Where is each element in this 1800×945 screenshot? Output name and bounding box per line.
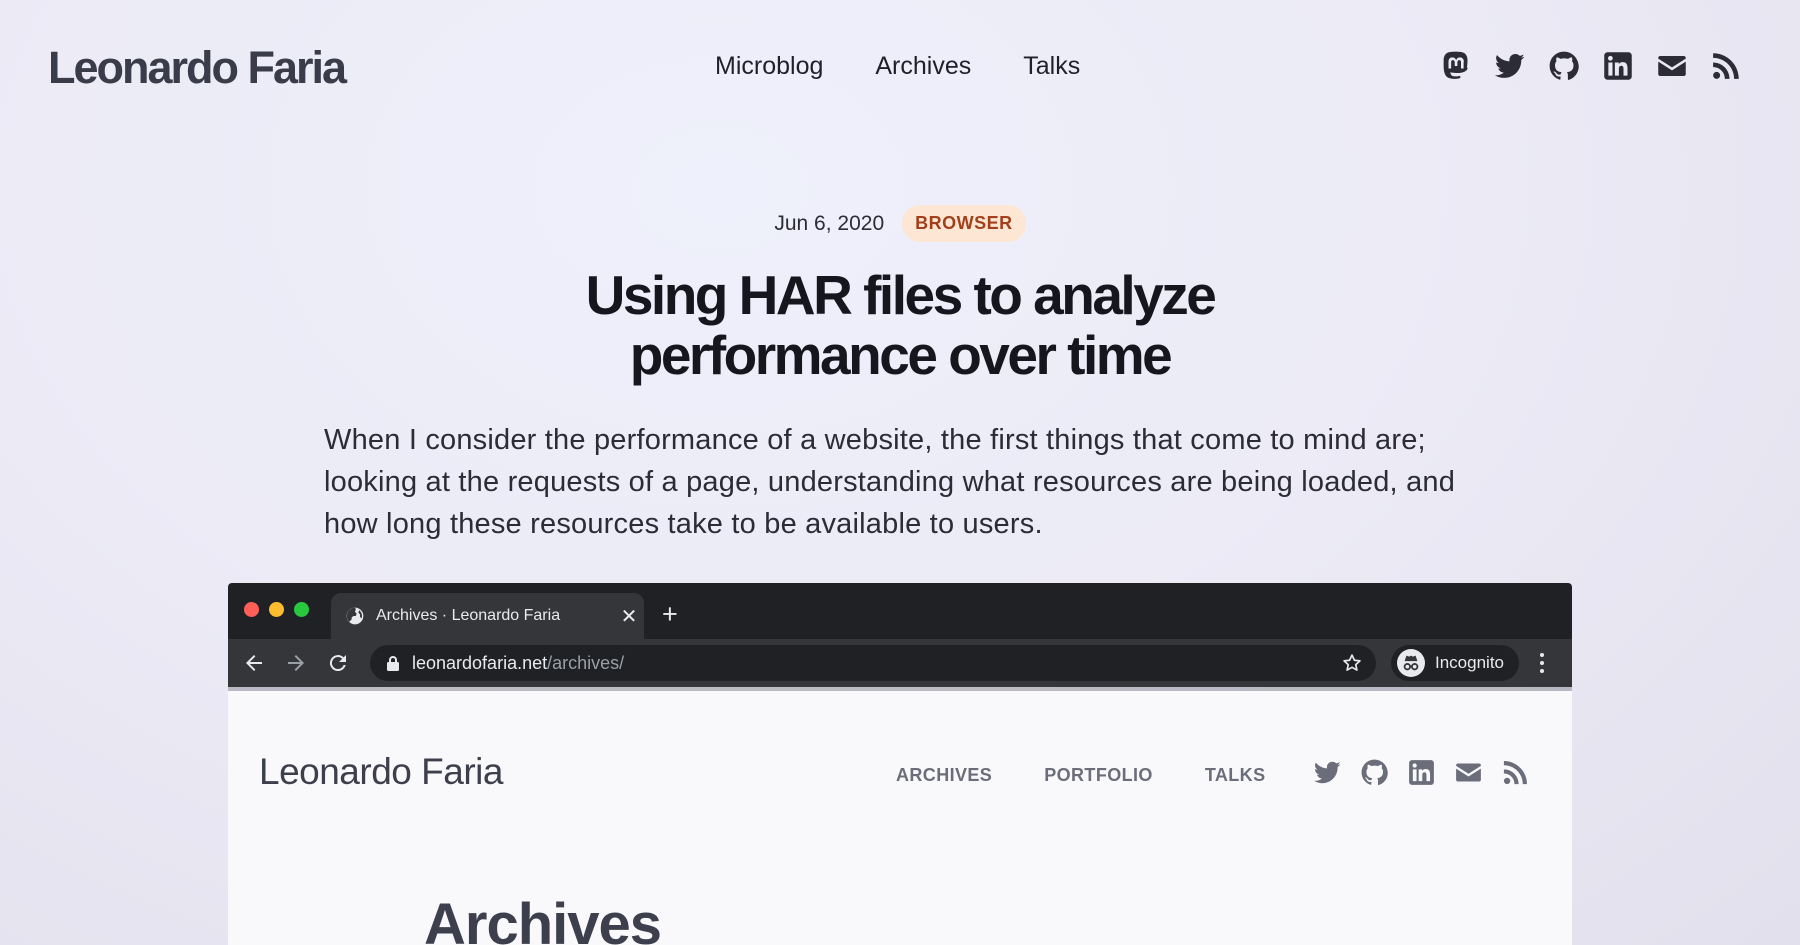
inner-page: Leonardo Faria ARCHIVES PORTFOLIO TALKS …: [228, 691, 1572, 945]
back-arrow-icon: [242, 651, 266, 675]
email-icon: [1455, 759, 1482, 786]
lock-icon: [387, 656, 399, 671]
url-path: /archives/: [547, 652, 625, 673]
nav-microblog[interactable]: Microblog: [715, 52, 823, 81]
forward-arrow-icon: [284, 651, 308, 675]
main-nav: Microblog Archives Talks: [715, 52, 1080, 81]
site-header: Leonardo Faria Microblog Archives Talks: [0, 0, 1800, 135]
browser-tab: Archives · Leonardo Faria ✕: [331, 593, 644, 639]
twitter-icon: [1313, 759, 1341, 786]
more-menu-icon: [1540, 653, 1544, 673]
article-meta: Jun 6, 2020 BROWSER: [0, 205, 1800, 242]
close-dot: [244, 602, 259, 617]
article-date: Jun 6, 2020: [774, 211, 885, 235]
email-icon[interactable]: [1656, 50, 1688, 82]
address-bar: leonardofaria.net/archives/: [370, 645, 1376, 681]
star-icon: [1343, 654, 1361, 671]
mastodon-icon[interactable]: [1440, 50, 1472, 82]
inner-nav: ARCHIVES PORTFOLIO TALKS: [896, 765, 1266, 786]
browser-toolbar: leonardofaria.net/archives/ Incognito: [228, 639, 1572, 687]
window-controls: [244, 602, 309, 617]
category-tag[interactable]: BROWSER: [902, 205, 1026, 242]
close-icon: ✕: [620, 605, 638, 628]
linkedin-icon: [1408, 759, 1435, 786]
browser-chrome: Archives · Leonardo Faria ✕ + leonardofa…: [228, 583, 1572, 687]
article-title: Using HAR files to analyze performance o…: [585, 264, 1217, 386]
maximize-dot: [294, 602, 309, 617]
article-lead: When I consider the performance of a web…: [324, 424, 1456, 540]
inner-social-links: [1313, 759, 1529, 786]
linkedin-icon[interactable]: [1602, 50, 1634, 82]
inner-site-brand: Leonardo Faria: [259, 751, 503, 792]
github-icon[interactable]: [1548, 50, 1580, 82]
inner-nav-archives: ARCHIVES: [896, 765, 993, 785]
incognito-badge: Incognito: [1391, 645, 1519, 681]
github-icon: [1361, 759, 1388, 786]
plus-icon: +: [662, 599, 678, 629]
incognito-label: Incognito: [1435, 653, 1504, 672]
rss-icon: [1502, 759, 1529, 786]
inner-page-heading: Archives: [424, 892, 662, 945]
social-links: [1440, 50, 1742, 82]
reload-icon: [326, 651, 350, 675]
rss-icon[interactable]: [1710, 50, 1742, 82]
inner-nav-talks: TALKS: [1204, 765, 1266, 785]
tab-title: Archives · Leonardo Faria: [376, 607, 561, 624]
incognito-icon: [1397, 649, 1425, 677]
minimize-dot: [269, 602, 284, 617]
nav-archives[interactable]: Archives: [875, 52, 971, 81]
url-host: leonardofaria.net: [412, 652, 548, 673]
browser-screenshot: Archives · Leonardo Faria ✕ + leonardofa…: [228, 583, 1572, 945]
site-brand[interactable]: Leonardo Faria: [48, 42, 347, 94]
inner-nav-portfolio: PORTFOLIO: [1044, 765, 1153, 785]
nav-talks[interactable]: Talks: [1023, 52, 1080, 81]
twitter-icon[interactable]: [1494, 50, 1526, 82]
globe-icon: [346, 607, 364, 625]
